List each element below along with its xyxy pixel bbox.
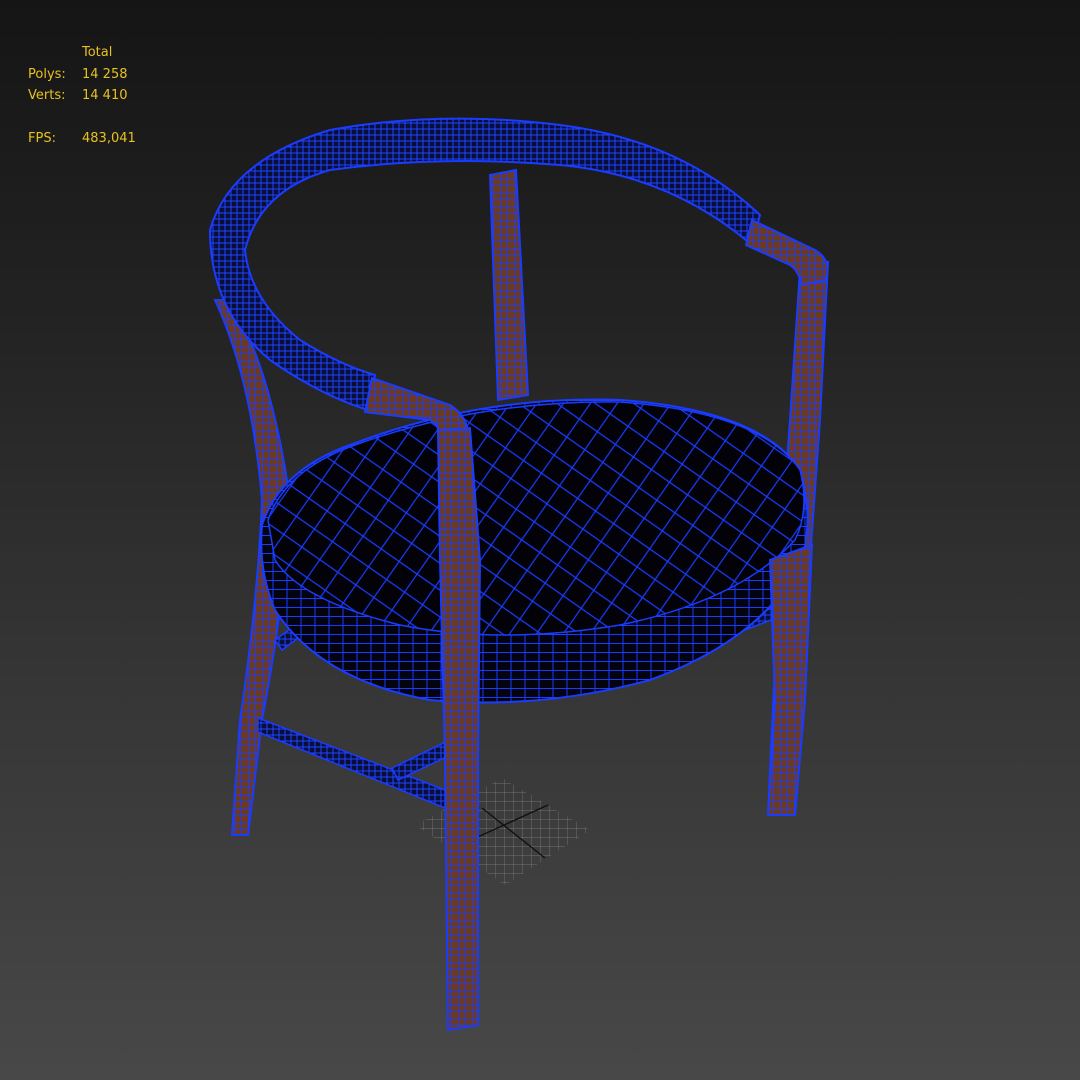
back-center-spindle — [488, 168, 530, 402]
fps-row: FPS: 483,041 — [28, 128, 136, 150]
polys-value: 14 258 — [82, 66, 128, 82]
verts-row: Verts: 14 410 — [28, 85, 136, 107]
seat-cushion — [260, 398, 809, 704]
stats-header-row: Total — [28, 42, 136, 64]
verts-label: Verts: — [28, 88, 66, 103]
stats-header-spacer — [28, 42, 82, 64]
stats-header: Total — [82, 45, 113, 60]
fps-label: FPS: — [28, 130, 56, 146]
polys-row: Polys: 14 258 — [28, 64, 136, 86]
backrest-rail — [208, 117, 762, 412]
3d-viewport[interactable]: Total Polys: 14 258 Verts: 14 410 FPS: 4… — [0, 0, 1080, 1080]
front-left-leg — [436, 426, 482, 1032]
scene-render[interactable] — [0, 0, 1080, 1080]
polys-label: Polys: — [28, 66, 66, 82]
stats-overlay: Total Polys: 14 258 Verts: 14 410 FPS: 4… — [28, 42, 136, 149]
right-armrest — [744, 218, 829, 287]
verts-value: 14 410 — [82, 88, 128, 103]
fps-value: 483,041 — [82, 130, 136, 146]
stats-spacer — [28, 107, 136, 128]
front-right-leg — [766, 543, 814, 816]
